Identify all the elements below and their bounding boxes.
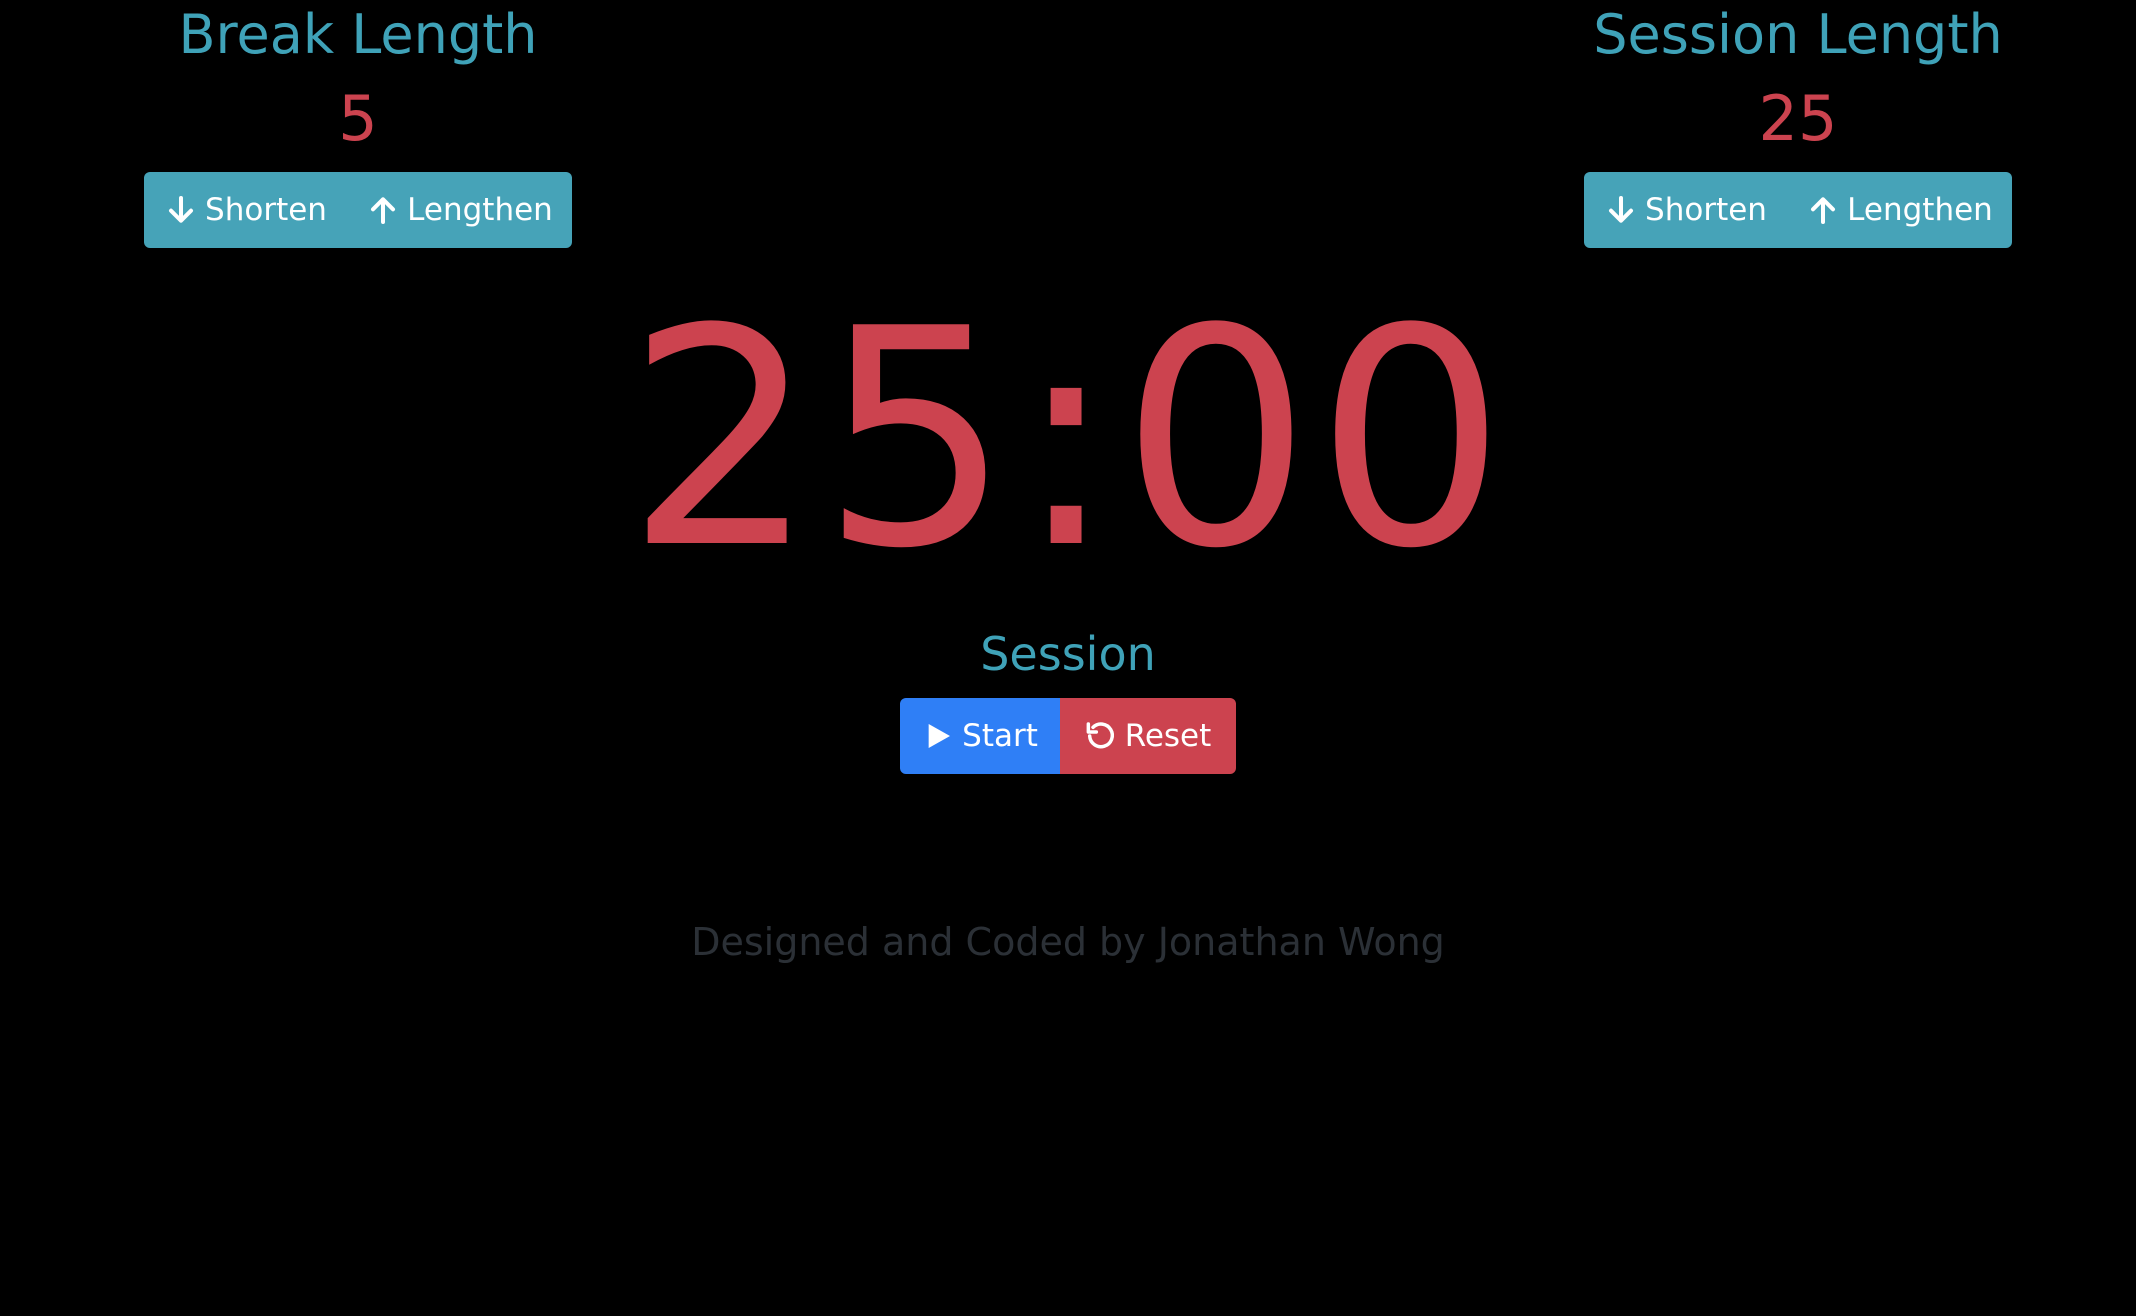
break-shorten-label: Shorten <box>205 192 327 228</box>
play-icon <box>922 720 954 752</box>
start-label: Start <box>962 718 1038 754</box>
break-length-value: 5 <box>338 82 378 155</box>
timer-display: 25:00 <box>625 265 1511 614</box>
reset-icon <box>1085 720 1117 752</box>
session-length-controls: Shorten Lengthen <box>1578 172 2018 248</box>
timer-controls: Start Reset <box>0 698 2136 774</box>
arrow-up-icon <box>367 194 399 226</box>
arrow-down-icon <box>165 194 197 226</box>
session-length-panel: Session Length 25 Shorten Lengthen <box>1578 0 2018 248</box>
start-button[interactable]: Start <box>900 698 1060 774</box>
arrow-down-icon <box>1605 194 1637 226</box>
session-lengthen-label: Lengthen <box>1847 192 1993 228</box>
session-lengthen-button[interactable]: Lengthen <box>1788 172 2012 248</box>
break-length-title: Break Length <box>178 3 538 66</box>
session-length-value: 25 <box>1758 82 1838 155</box>
break-lengthen-label: Lengthen <box>407 192 553 228</box>
break-lengthen-button[interactable]: Lengthen <box>348 172 572 248</box>
break-shorten-button[interactable]: Shorten <box>144 172 348 248</box>
session-shorten-label: Shorten <box>1645 192 1767 228</box>
break-length-panel: Break Length 5 Shorten Lengthen <box>138 0 578 248</box>
session-shorten-button[interactable]: Shorten <box>1584 172 1788 248</box>
break-length-controls: Shorten Lengthen <box>138 172 578 248</box>
reset-button[interactable]: Reset <box>1060 698 1236 774</box>
reset-label: Reset <box>1124 718 1212 754</box>
arrow-up-icon <box>1807 194 1839 226</box>
timer-mode-label: Session <box>980 627 1156 681</box>
footer-credit: Designed and Coded by Jonathan Wong <box>691 920 1445 964</box>
session-length-title: Session Length <box>1593 3 2003 66</box>
